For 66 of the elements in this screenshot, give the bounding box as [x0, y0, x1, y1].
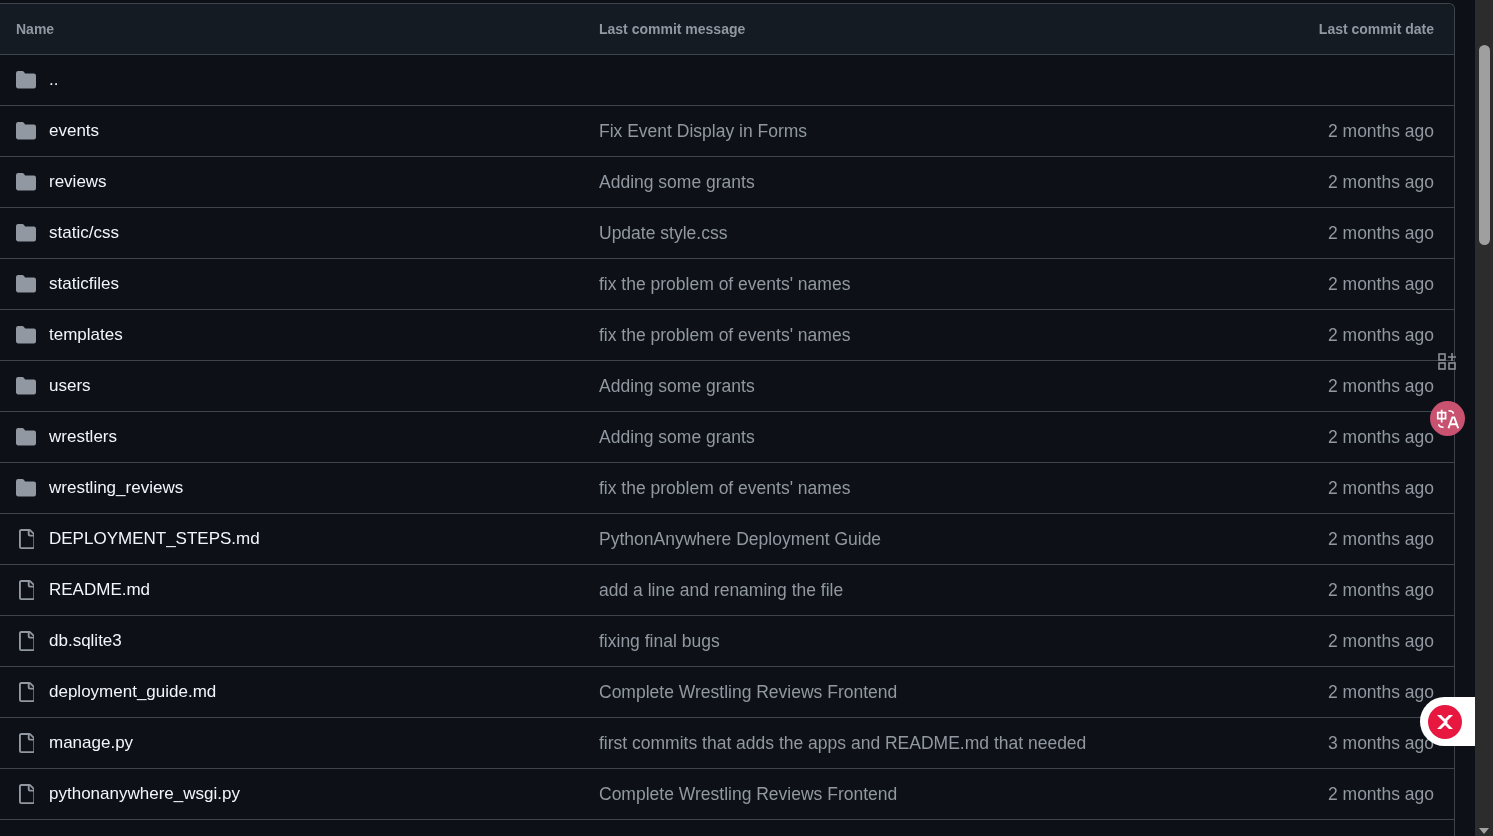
- file-icon: [18, 529, 34, 549]
- commit-message-link[interactable]: PythonAnywhere Deployment Guide: [599, 528, 882, 549]
- file-link[interactable]: manage.py: [49, 730, 134, 756]
- folder-link[interactable]: wrestlers: [49, 424, 117, 450]
- commit-date: 2 months ago: [1327, 477, 1434, 498]
- folder-link[interactable]: events: [49, 118, 100, 144]
- commit-date: 2 months ago: [1327, 783, 1434, 804]
- commit-message-link[interactable]: add a line and renaming the file: [599, 579, 844, 600]
- commit-date: 3 months ago: [1327, 732, 1434, 753]
- folder-icon: [16, 377, 36, 395]
- commit-date: 2 months ago: [1327, 528, 1434, 549]
- add-widget-grid-icon[interactable]: [1438, 352, 1457, 371]
- file-link[interactable]: db.sqlite3: [49, 628, 122, 654]
- column-header: Name: [16, 20, 55, 37]
- commit-message-link[interactable]: Complete Wrestling Reviews Frontend: [599, 783, 898, 804]
- scrollbar-thumb[interactable]: [1479, 45, 1490, 245]
- file-icon: [18, 631, 34, 651]
- commit-message-link[interactable]: Adding some grants: [599, 171, 755, 192]
- folder-link[interactable]: staticfiles: [49, 271, 119, 297]
- folder-link[interactable]: users: [49, 373, 91, 399]
- file-link[interactable]: deployment_guide.md: [49, 679, 217, 705]
- x-logo-icon[interactable]: [1428, 704, 1462, 739]
- commit-date: 2 months ago: [1327, 375, 1434, 396]
- folder-icon: [16, 122, 36, 140]
- file-icon: [18, 784, 34, 804]
- commit-date: 2 months ago: [1327, 324, 1434, 345]
- commit-date: 2 months ago: [1327, 222, 1434, 243]
- commit-date: 2 months ago: [1327, 120, 1434, 141]
- folder-link[interactable]: ..: [49, 67, 59, 93]
- commit-date: 2 months ago: [1327, 426, 1434, 447]
- folder-icon: [16, 479, 36, 497]
- commit-message-link[interactable]: Adding some grants: [599, 426, 755, 447]
- column-header: Last commit date: [1318, 20, 1434, 37]
- folder-link[interactable]: static/css: [49, 220, 119, 246]
- file-icon: [18, 682, 34, 702]
- folder-icon: [16, 224, 36, 242]
- commit-date: 2 months ago: [1327, 630, 1434, 651]
- scroll-down-arrow-icon[interactable]: [1479, 828, 1489, 834]
- file-link[interactable]: DEPLOYMENT_STEPS.md: [49, 526, 260, 552]
- folder-icon: [16, 326, 36, 344]
- commit-message-link[interactable]: fix the problem of events' names: [599, 324, 851, 345]
- commit-message-link[interactable]: fix the problem of events' names: [599, 273, 851, 294]
- file-link[interactable]: pythonanywhere_wsgi.py: [49, 781, 240, 807]
- scrollbar[interactable]: [1475, 0, 1493, 836]
- file-icon: [18, 580, 34, 600]
- commit-date: 2 months ago: [1327, 579, 1434, 600]
- commit-date: 2 months ago: [1327, 171, 1434, 192]
- folder-icon: [16, 275, 36, 293]
- commit-message-link[interactable]: Complete Wrestling Reviews Frontend: [599, 681, 898, 702]
- file-link[interactable]: README.md: [49, 577, 151, 603]
- commit-date: 2 months ago: [1327, 273, 1434, 294]
- commit-date: 2 months ago: [1327, 681, 1434, 702]
- folder-icon: [16, 428, 36, 446]
- folder-link[interactable]: wrestling_reviews: [49, 475, 184, 501]
- commit-message-link[interactable]: fixing final bugs: [599, 630, 720, 651]
- file-icon: [18, 733, 34, 753]
- commit-message-link[interactable]: first commits that adds the apps and README.md that needed: [599, 732, 1087, 753]
- folder-link[interactable]: reviews: [49, 169, 107, 195]
- commit-message-link[interactable]: Update style.css: [599, 222, 728, 243]
- commit-message-link[interactable]: Fix Event Display in Forms: [599, 120, 808, 141]
- folder-icon: [16, 173, 36, 191]
- column-header: Last commit message: [599, 20, 746, 37]
- folder-icon: [16, 71, 36, 89]
- commit-message-link[interactable]: fix the problem of events' names: [599, 477, 851, 498]
- folder-link[interactable]: templates: [49, 322, 123, 348]
- commit-message-link[interactable]: Adding some grants: [599, 375, 755, 396]
